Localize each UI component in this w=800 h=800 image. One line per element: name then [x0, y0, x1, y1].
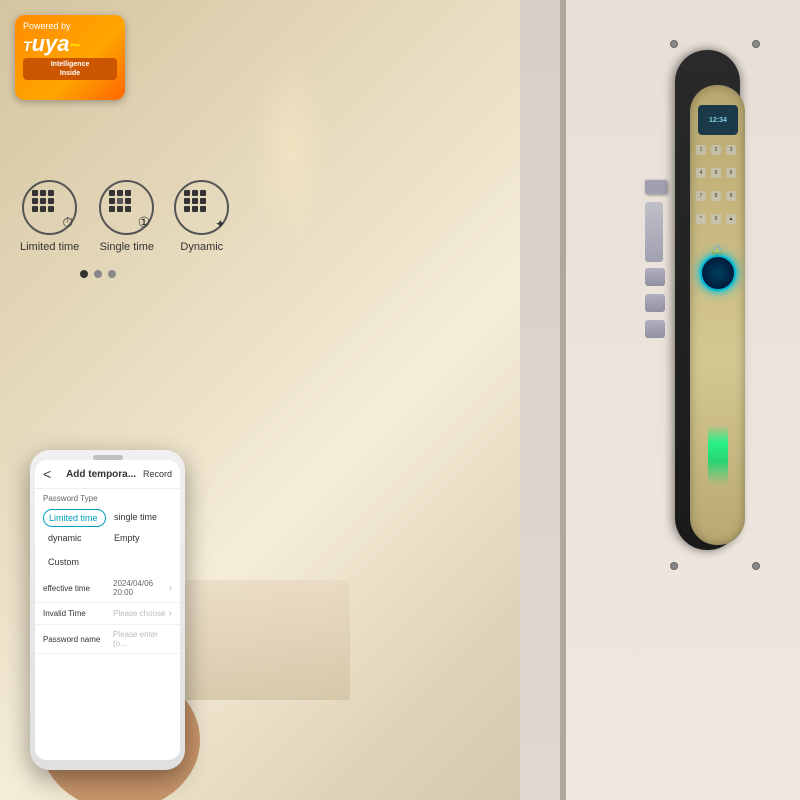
key-hash[interactable]: ▲	[726, 214, 736, 224]
dot-2	[94, 270, 102, 278]
lock-bolt-top	[645, 180, 667, 194]
key-3[interactable]: 3	[726, 145, 736, 155]
invalid-time-value: Please choose	[113, 609, 169, 618]
key-9[interactable]: 9	[726, 191, 736, 201]
features-row: ⏱ Limited time ① Single time ✦ Dynamic	[20, 180, 320, 253]
pwd-option-single-time[interactable]: single time	[109, 509, 172, 527]
tuya-intelligence-text: IntelligenceInside	[23, 58, 117, 80]
lock-body: 12:34 1 2 3 4 5 6 7 8 9 * 0 ▲ 🔒	[675, 50, 740, 550]
invalid-time-arrow: ›	[169, 608, 172, 619]
password-name-value: Please enter (o...	[113, 630, 172, 648]
key-2[interactable]: 2	[711, 145, 721, 155]
effective-time-label: effective time	[43, 584, 113, 593]
limited-time-label: Limited time	[20, 241, 79, 253]
screw-top-left	[670, 40, 678, 48]
key-4[interactable]: 4	[696, 168, 706, 178]
password-name-label: Password name	[43, 635, 113, 644]
screw-bottom-right	[752, 562, 760, 570]
key-8[interactable]: 8	[711, 191, 721, 201]
dots-indicator	[80, 270, 116, 278]
feature-dynamic: ✦ Dynamic	[174, 180, 229, 253]
lock-plate	[645, 202, 663, 262]
key-star[interactable]: *	[696, 214, 706, 224]
password-type-grid: Limited time single time dynamic Empty	[35, 505, 180, 550]
feature-single-time: ① Single time	[99, 180, 154, 253]
dynamic-label: Dynamic	[180, 241, 223, 253]
key-1[interactable]: 1	[696, 145, 706, 155]
dot-3	[108, 270, 116, 278]
key-5[interactable]: 5	[711, 168, 721, 178]
dot-1	[80, 270, 88, 278]
smart-lock-device: 12:34 1 2 3 4 5 6 7 8 9 * 0 ▲ 🔒	[665, 30, 755, 610]
tuya-powered-by-text: Powered by	[23, 21, 117, 31]
lock-bracket-2	[645, 294, 665, 312]
limited-time-icon: ⏱	[22, 180, 77, 235]
app-title-text: Add tempora...	[59, 469, 143, 480]
app-record-button[interactable]: Record	[143, 469, 172, 479]
password-type-label: Password Type	[35, 489, 180, 505]
lock-bracket-3	[645, 320, 665, 338]
app-header: < Add tempora... Record	[35, 460, 180, 489]
lock-led-strip	[708, 425, 728, 485]
feature-limited-time: ⏱ Limited time	[20, 180, 79, 253]
single-time-icon: ①	[99, 180, 154, 235]
phone-screen: < Add tempora... Record Password Type Li…	[35, 460, 180, 760]
lock-display: 12:34	[698, 105, 738, 135]
pwd-option-custom[interactable]: Custom	[43, 554, 84, 570]
screw-bottom-left	[670, 562, 678, 570]
effective-time-value: 2024/04/06 20:00	[113, 579, 169, 597]
invalid-time-field[interactable]: Invalid Time Please choose ›	[35, 603, 180, 625]
pwd-option-dynamic[interactable]: dynamic	[43, 530, 106, 546]
pwd-option-empty[interactable]: Empty	[109, 530, 172, 546]
fingerprint-sensor[interactable]	[700, 255, 736, 291]
invalid-time-label: Invalid Time	[43, 609, 113, 618]
screw-top-right	[752, 40, 760, 48]
effective-time-arrow: ›	[169, 583, 172, 594]
lock-keypad: 1 2 3 4 5 6 7 8 9 * 0 ▲	[696, 145, 739, 235]
phone-outer: < Add tempora... Record Password Type Li…	[30, 450, 185, 770]
lock-bracket-1	[645, 268, 665, 286]
dynamic-icon: ✦	[174, 180, 229, 235]
pwd-option-limited-time[interactable]: Limited time	[43, 509, 106, 527]
single-time-label: Single time	[100, 241, 154, 253]
lock-panel: 12:34 1 2 3 4 5 6 7 8 9 * 0 ▲ 🔒	[690, 85, 745, 545]
lock-mechanical	[645, 180, 670, 338]
app-back-button[interactable]: <	[43, 466, 51, 482]
effective-time-field[interactable]: effective time 2024/04/06 20:00 ›	[35, 574, 180, 603]
key-6[interactable]: 6	[726, 168, 736, 178]
key-7[interactable]: 7	[696, 191, 706, 201]
tuya-logo-text: Tuya~	[23, 33, 117, 55]
key-0[interactable]: 0	[711, 214, 721, 224]
tuya-badge: Powered by Tuya~ IntelligenceInside	[15, 15, 125, 100]
password-name-field[interactable]: Password name Please enter (o...	[35, 625, 180, 654]
